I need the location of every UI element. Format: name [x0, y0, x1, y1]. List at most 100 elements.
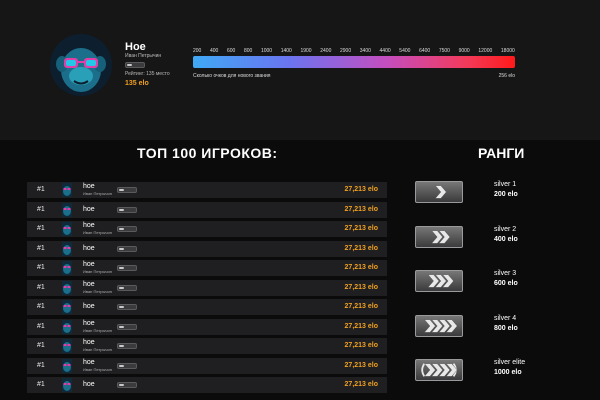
elo-scale: 200 400 600 800 1000 1400 1900 2400 2900 3400 4400… — [193, 48, 515, 56]
user-name: Hoe — [125, 41, 146, 53]
player-avatar-icon — [62, 358, 72, 373]
profile-toggle[interactable] — [125, 62, 145, 68]
player-toggle[interactable] — [117, 362, 137, 369]
rank-badge-icon — [415, 225, 463, 248]
player-row[interactable]: #1 hoe Иван Петрычин 27,213 elo — [27, 182, 387, 198]
rank-name: silver 3 — [494, 270, 517, 277]
player-row[interactable]: #1 hoe 27,213 elo — [27, 299, 387, 315]
player-row[interactable]: #1 hoe Иван Петрычин 27,213 elo — [27, 318, 387, 335]
player-elo: 27,213 elo — [344, 303, 378, 310]
player-real-name: Иван Петрычин — [83, 347, 112, 352]
player-toggle[interactable] — [117, 304, 137, 310]
scale-tick: 1900 — [300, 48, 312, 54]
player-toggle[interactable] — [117, 206, 137, 213]
scale-tick: 1000 — [260, 48, 273, 54]
player-row[interactable]: #1 hoe Иван Петрычин 27,213 elo — [27, 279, 387, 296]
rank-badge-icon — [415, 359, 463, 381]
rank-elo: 400 elo — [494, 235, 518, 243]
player-row[interactable]: #1 hoe Иван Петрычин 27,213 elo — [27, 338, 387, 354]
player-elo: 27,213 elo — [344, 381, 378, 388]
player-real-name: Иван Петрычин — [83, 327, 112, 333]
rank-badge-icon — [415, 181, 463, 203]
player-elo: 27,213 elo — [344, 361, 378, 369]
rank-elo: 800 elo — [494, 324, 518, 332]
player-position: #1 — [37, 361, 45, 369]
player-toggle[interactable] — [117, 226, 137, 232]
scale-tick: 3400 — [359, 48, 371, 54]
scale-tick: 4400 — [379, 48, 391, 54]
player-name: hoe — [83, 280, 95, 288]
player-elo: 27,213 elo — [344, 225, 378, 232]
user-real-name: Иван Петрычин — [125, 53, 162, 59]
player-elo: 27,213 elo — [344, 186, 378, 193]
player-avatar-icon — [62, 280, 72, 295]
player-position: #1 — [37, 264, 45, 271]
scale-tick: 6400 — [419, 48, 431, 54]
player-name: hoe — [83, 244, 95, 252]
player-avatar-icon — [62, 339, 72, 353]
player-name: hoe — [83, 183, 95, 190]
rank-elo: 600 elo — [494, 280, 518, 287]
scale-tick: 200 — [193, 48, 202, 54]
player-toggle[interactable] — [117, 323, 137, 330]
player-toggle[interactable] — [117, 382, 137, 388]
player-avatar-icon — [62, 202, 72, 217]
rank-name: silver 4 — [494, 314, 517, 322]
player-elo: 27,213 elo — [344, 205, 378, 213]
scale-tick: 1400 — [280, 48, 292, 54]
player-real-name: Иван Петрычин — [83, 366, 112, 372]
player-real-name: Иван Петрычин — [83, 269, 112, 274]
player-position: #1 — [37, 303, 45, 310]
scale-tick: 7500 — [438, 48, 450, 54]
monkey-icon — [50, 34, 112, 96]
player-position: #1 — [37, 381, 45, 388]
player-name: hoe — [83, 381, 95, 388]
player-real-name: Иван Петрычин — [83, 288, 112, 294]
player-avatar-icon — [62, 241, 72, 256]
rank-badge-icon — [415, 270, 463, 292]
player-elo: 27,213 elo — [344, 342, 378, 349]
player-real-name: Иван Петрычин — [83, 191, 112, 196]
player-elo: 27,213 elo — [344, 244, 378, 252]
player-row[interactable]: #1 hoe 27,213 elo — [27, 377, 387, 393]
player-position: #1 — [37, 205, 45, 213]
player-toggle[interactable] — [117, 343, 137, 349]
player-toggle[interactable] — [117, 265, 137, 271]
player-avatar-icon — [62, 261, 72, 275]
player-name: hoe — [83, 339, 95, 346]
player-row[interactable]: #1 hoe Иван Петрычин 27,213 elo — [27, 260, 387, 276]
player-elo: 27,213 elo — [344, 322, 378, 330]
progress-remaining: 256 elo — [498, 73, 515, 79]
player-toggle[interactable] — [117, 245, 137, 252]
player-elo: 27,213 elo — [344, 283, 378, 291]
rank-name: silver 1 — [494, 181, 517, 188]
scale-tick: 2400 — [320, 48, 332, 54]
user-avatar[interactable] — [50, 34, 112, 96]
scale-tick: 2900 — [340, 48, 352, 54]
player-name: hoe — [83, 319, 95, 327]
player-name: hoe — [83, 303, 95, 310]
player-avatar-icon — [62, 319, 72, 334]
rank-name: silver 2 — [494, 225, 517, 233]
player-row[interactable]: #1 hoe Иван Петрычин 27,213 elo — [27, 221, 387, 237]
player-name: hoe — [83, 358, 95, 366]
player-row[interactable]: #1 hoe 27,213 elo — [27, 201, 387, 218]
elo-progress-bar — [193, 56, 515, 68]
rating-position: Рейтинг: 135 место — [125, 71, 170, 77]
rank-elo: 1000 elo — [494, 369, 522, 376]
player-toggle[interactable] — [117, 187, 137, 193]
scale-tick: 12000 — [478, 48, 493, 54]
player-name: hoe — [83, 261, 95, 268]
player-name: hoe — [83, 222, 95, 229]
player-position: #1 — [37, 342, 45, 349]
player-row[interactable]: #1 hoe 27,213 elo — [27, 240, 387, 257]
user-elo: 135 elo — [125, 80, 149, 87]
ranks-title: РАНГИ — [478, 145, 525, 161]
rank-name: silver elite — [494, 359, 526, 366]
player-avatar-icon — [62, 183, 72, 197]
scale-tick: 400 — [209, 48, 219, 54]
player-avatar-icon — [62, 222, 72, 236]
player-row[interactable]: #1 hoe Иван Петрычин 27,213 elo — [27, 357, 387, 374]
player-real-name: Иван Петрычин — [83, 230, 112, 235]
player-toggle[interactable] — [117, 284, 137, 291]
